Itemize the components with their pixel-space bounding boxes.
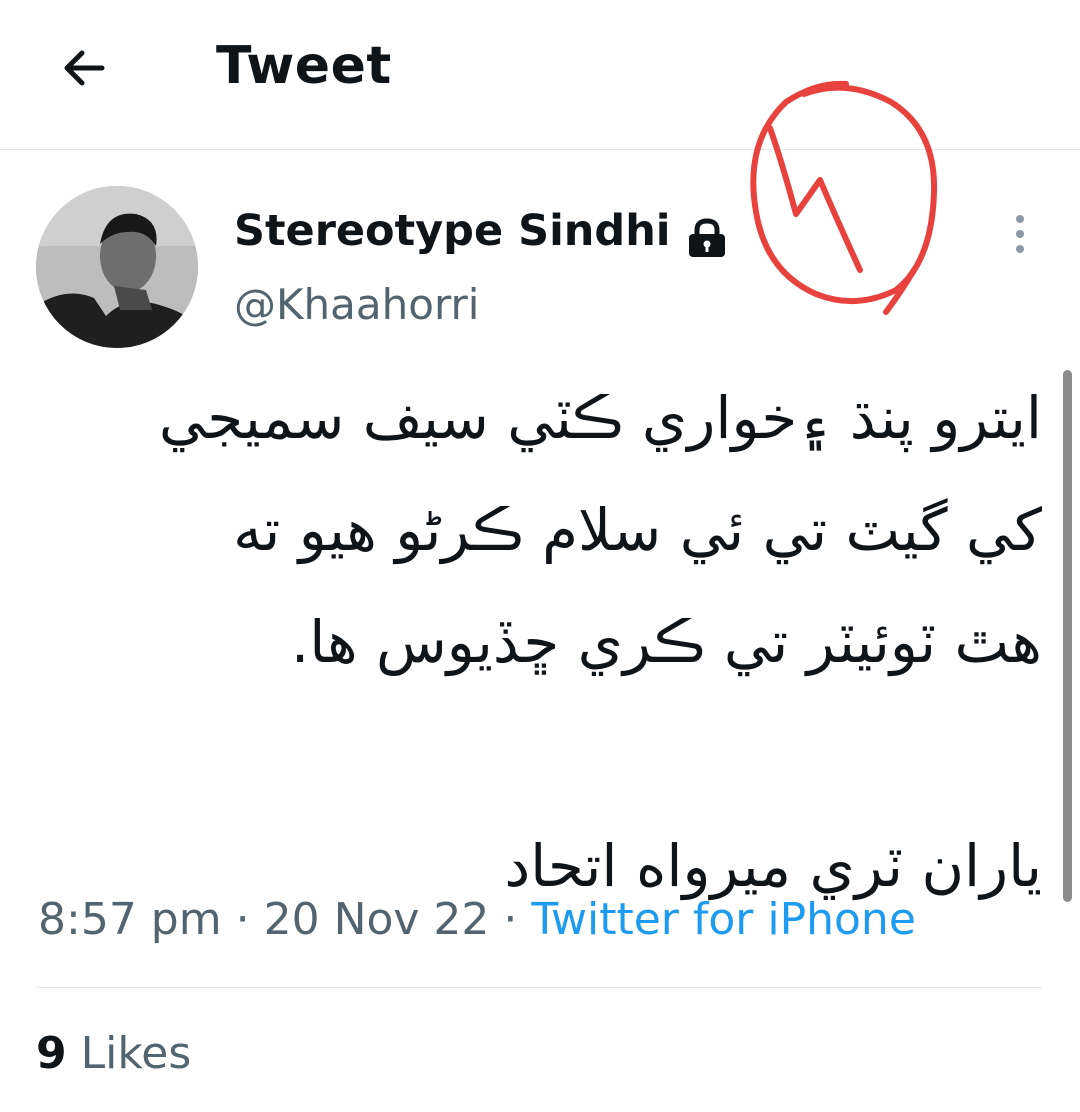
likes-label: Likes bbox=[80, 1028, 192, 1079]
tweet-time: 8:57 pm bbox=[38, 894, 222, 945]
more-vertical-icon[interactable] bbox=[1004, 212, 1036, 256]
tweet-source-link[interactable]: Twitter for iPhone bbox=[531, 894, 915, 945]
lock-icon bbox=[689, 218, 725, 257]
tweet-line: ايترو پنڌ ۽خواري ڪٽي سيف سميجي bbox=[158, 384, 1042, 452]
tweet-date: 20 Nov 22 bbox=[263, 894, 490, 945]
top-bar: Tweet bbox=[0, 0, 1080, 150]
stats-divider bbox=[36, 987, 1042, 988]
likes-stat[interactable]: 9 Likes bbox=[36, 1028, 191, 1079]
scrollbar[interactable] bbox=[1063, 370, 1072, 902]
tweet-metadata: 8:57 pm · 20 Nov 22 · Twitter for iPhone bbox=[38, 894, 916, 945]
meta-separator: · bbox=[503, 894, 518, 945]
profile-photo bbox=[36, 186, 198, 348]
tweet-line: کي گيٽ تي ئي سلام ڪرڻو هيو ته bbox=[233, 496, 1042, 564]
page-title: Tweet bbox=[216, 36, 392, 96]
likes-count: 9 bbox=[36, 1028, 67, 1079]
display-name[interactable]: Stereotype Sindhi bbox=[234, 206, 671, 256]
tweet-text: ايترو پنڌ ۽خواري ڪٽي سيف سميجي کي گيٽ تي… bbox=[40, 362, 1042, 922]
arrow-left-icon bbox=[64, 50, 105, 86]
tweet-line: هٿ ٽوئيٽر تي ڪري ڇڏيوس ها. bbox=[290, 608, 1042, 676]
back-button[interactable] bbox=[56, 40, 112, 96]
user-handle[interactable]: @Khaahorri bbox=[234, 280, 479, 329]
avatar[interactable] bbox=[36, 186, 198, 348]
meta-separator: · bbox=[235, 894, 250, 945]
header-divider bbox=[0, 149, 1080, 150]
